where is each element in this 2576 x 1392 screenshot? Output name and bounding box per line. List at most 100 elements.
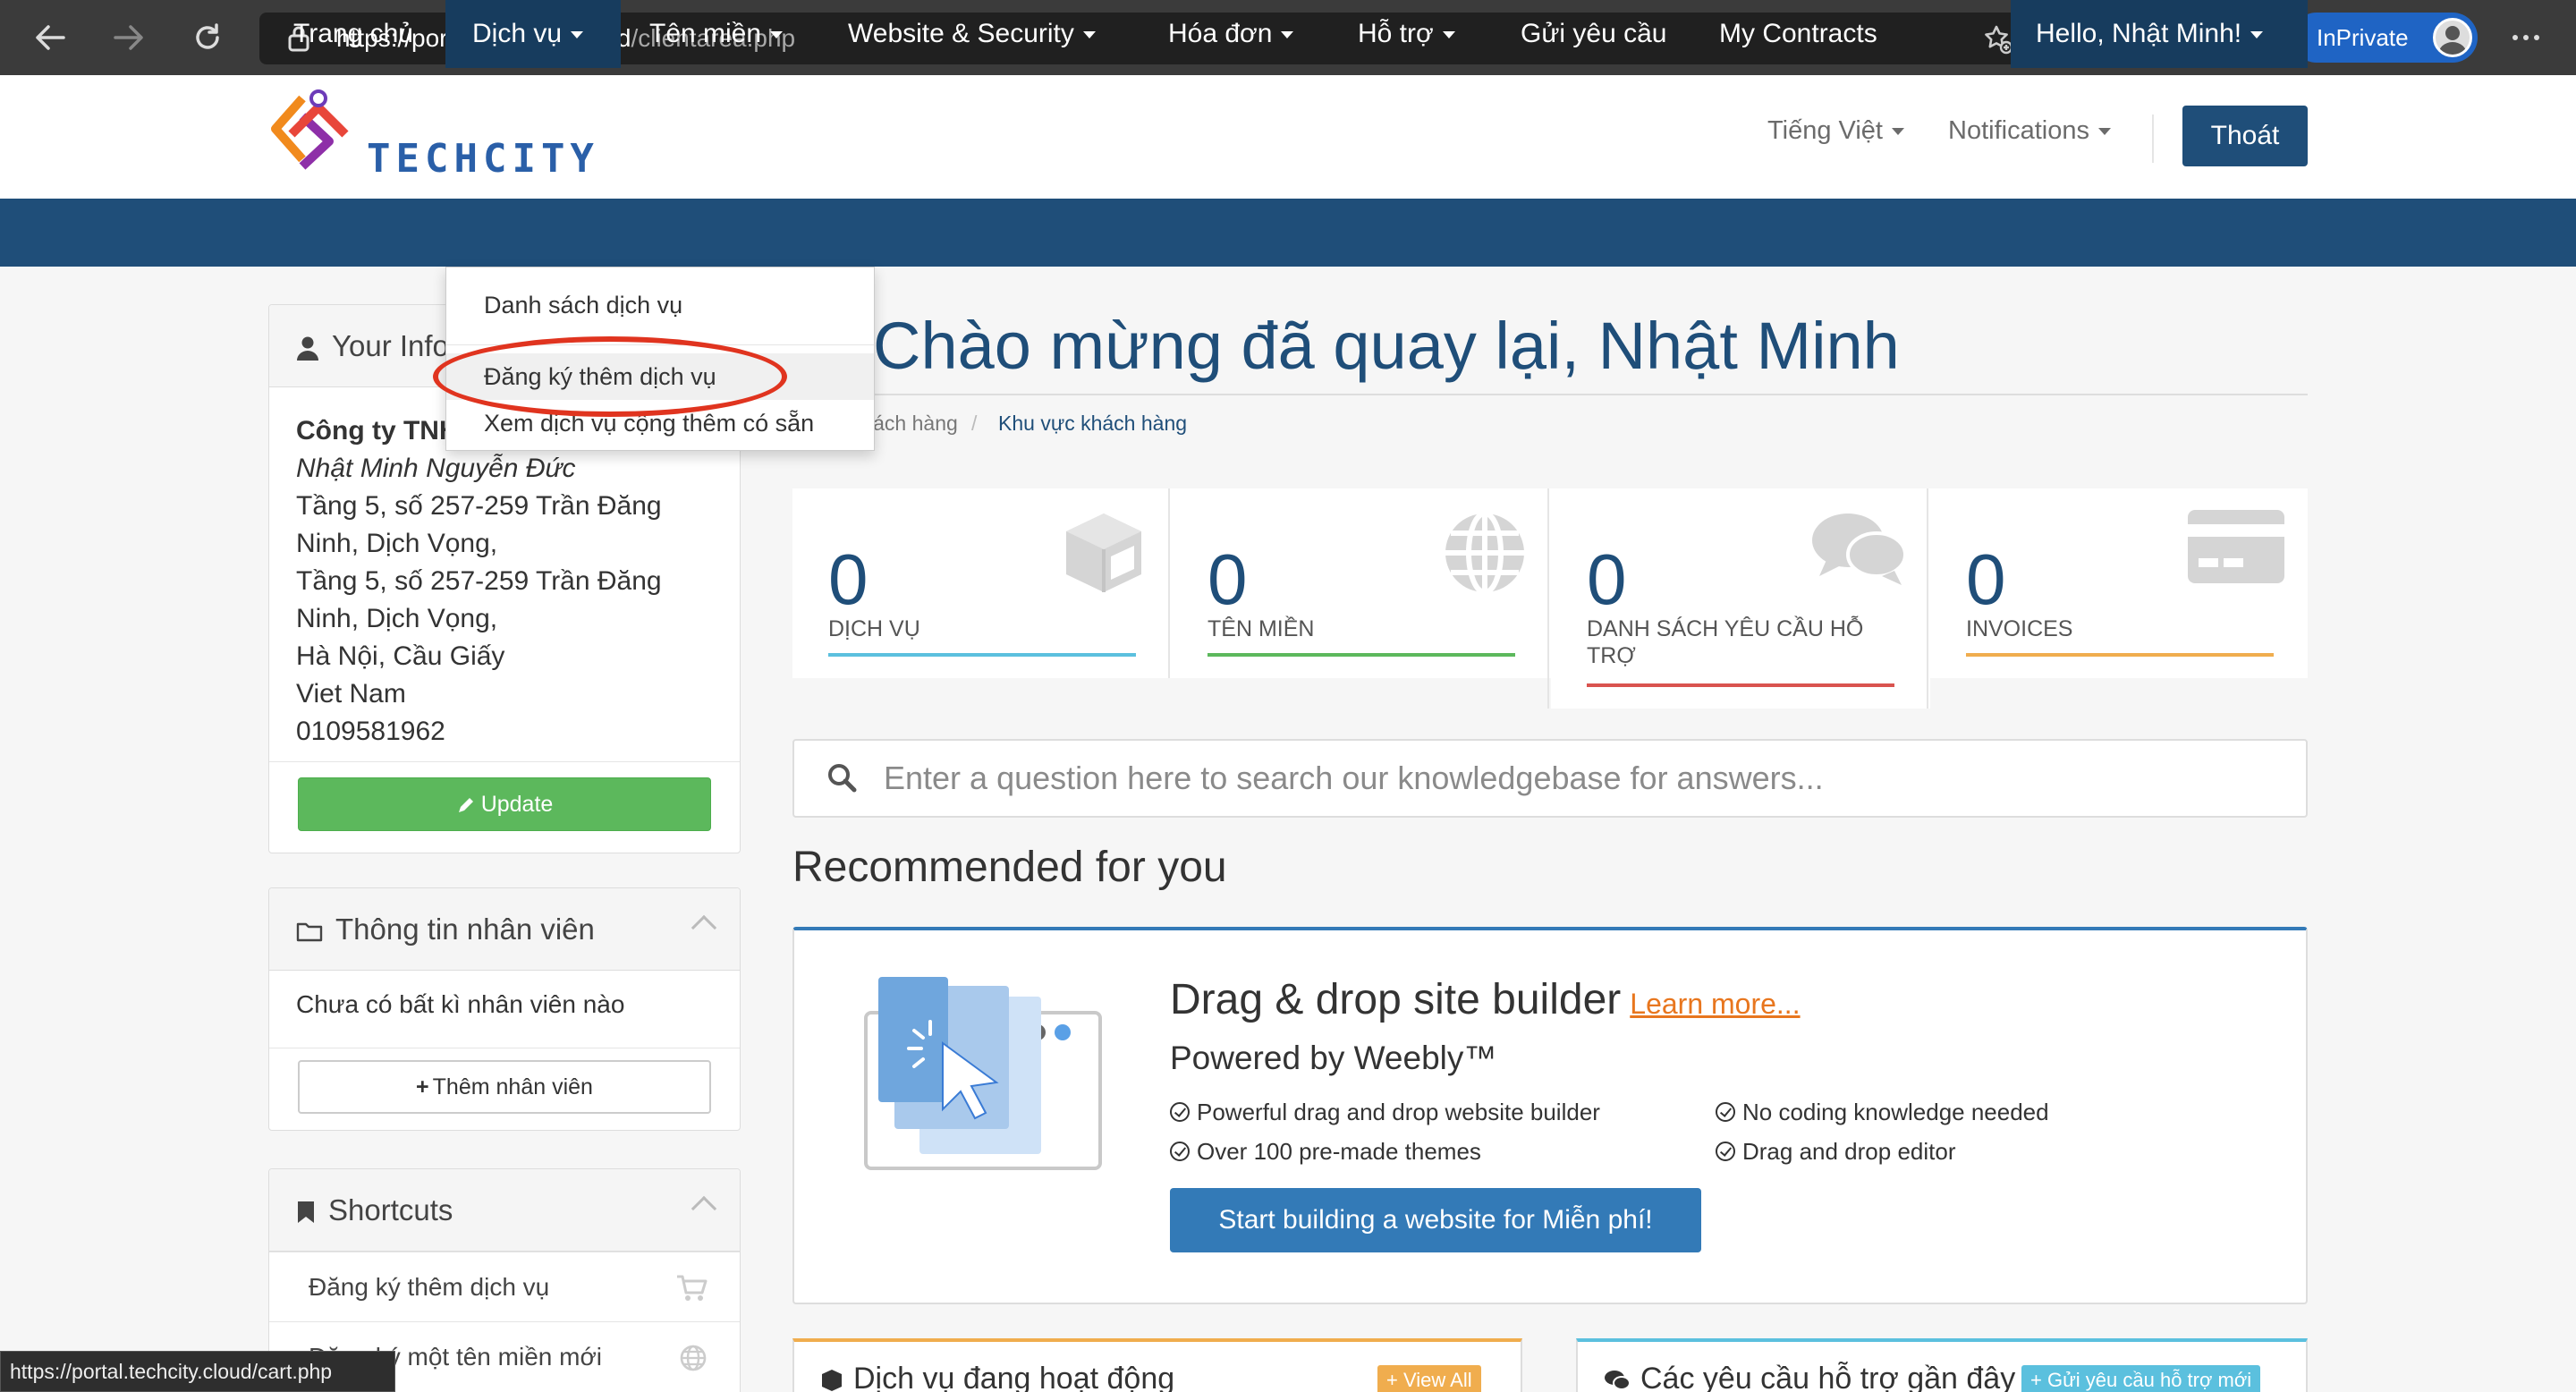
stat-value: 0 bbox=[1966, 539, 2006, 619]
contact-details: Công ty TNHH Nhật Minh Nguyễn Đức Tầng 5… bbox=[296, 412, 716, 751]
settings-more-button[interactable] bbox=[2503, 14, 2549, 61]
nav-services[interactable]: Dịch vụ bbox=[445, 0, 621, 68]
staff-panel: Thông tin nhân viên Chưa có bất kì nhân … bbox=[268, 887, 741, 1131]
update-button[interactable]: Update bbox=[298, 777, 711, 831]
nav-open-ticket[interactable]: Gửi yêu cầu bbox=[1494, 0, 1673, 68]
feature-item: Drag and drop editor bbox=[1716, 1138, 1955, 1166]
shortcut-order-services[interactable]: Đăng ký thêm dịch vụ bbox=[269, 1252, 740, 1321]
pencil-icon bbox=[458, 798, 473, 813]
back-button[interactable] bbox=[27, 14, 73, 61]
plus-icon: + bbox=[416, 1074, 429, 1099]
nav-billing[interactable]: Hóa đơn bbox=[1141, 0, 1320, 68]
stat-tile-domains[interactable]: 0 TÊN MIỀN bbox=[1172, 488, 1551, 678]
breadcrumb-current: Khu vực khách hàng bbox=[998, 412, 1188, 435]
arrow-right-icon bbox=[114, 25, 143, 50]
chevron-down-icon bbox=[1082, 31, 1096, 39]
chevron-down-icon bbox=[770, 31, 784, 39]
address-line: Hà Nội, Cầu Giấy bbox=[296, 641, 505, 671]
empty-staff-text: Chưa có bất kì nhân viên nào bbox=[296, 990, 625, 1018]
header-divider bbox=[2152, 115, 2154, 163]
contact-name: Nhật Minh Nguyễn Đức bbox=[296, 454, 576, 483]
browser-status-url: https://portal.techcity.cloud/cart.php bbox=[0, 1351, 395, 1392]
arrow-left-icon bbox=[36, 25, 65, 50]
nav-user-menu[interactable]: Hello, Nhật Minh! bbox=[2011, 0, 2308, 68]
new-ticket-button[interactable]: + Gửi yêu cầu hỗ trợ mới bbox=[2021, 1365, 2261, 1392]
address-line: Ninh, Dịch Vọng, bbox=[296, 529, 498, 558]
site-logo[interactable]: TECHCITY bbox=[267, 89, 594, 182]
chevron-down-icon bbox=[1442, 31, 1455, 39]
globe-icon bbox=[1445, 511, 1524, 595]
stat-tile-services[interactable]: 0 DỊCH VỤ bbox=[792, 488, 1172, 678]
add-favorite-icon[interactable] bbox=[1982, 23, 2014, 55]
panel-title: Your Info bbox=[296, 305, 449, 387]
annotation-highlight-circle bbox=[433, 336, 787, 417]
site-builder-illustration-icon bbox=[864, 977, 1102, 1170]
reload-button[interactable] bbox=[184, 14, 231, 61]
user-icon bbox=[297, 336, 318, 361]
inprivate-badge[interactable]: InPrivate bbox=[2292, 13, 2478, 63]
stat-value: 0 bbox=[1587, 539, 1627, 619]
globe-icon bbox=[680, 1345, 707, 1371]
notifications-menu[interactable]: Notifications bbox=[1948, 116, 2111, 146]
panel-title: Các yêu cầu hỗ trợ gần đây bbox=[1603, 1362, 2015, 1392]
stat-label: INVOICES bbox=[1966, 616, 2073, 641]
add-staff-button[interactable]: + Thêm nhân viên bbox=[298, 1060, 711, 1114]
language-selector[interactable]: Tiếng Việt bbox=[1767, 116, 1904, 146]
cube-icon bbox=[1066, 514, 1141, 592]
nav-my-contracts[interactable]: My Contracts bbox=[1692, 0, 1907, 68]
knowledgebase-search-input[interactable]: Enter a question here to search our know… bbox=[792, 739, 2308, 818]
address-line: Tầng 5, số 257-259 Trần Đăng bbox=[296, 566, 662, 596]
stat-tile-invoices[interactable]: 0 INVOICES bbox=[1930, 488, 2308, 678]
chevron-down-icon bbox=[571, 31, 584, 39]
stat-label: DANH SÁCH YÊU CẦU HỖ TRỢ bbox=[1587, 616, 1864, 668]
feature-item: No coding knowledge needed bbox=[1716, 1099, 2049, 1126]
panel-title: Shortcuts bbox=[296, 1169, 453, 1252]
learn-more-link[interactable]: Learn more... bbox=[1630, 988, 1800, 1020]
powered-by-text: Powered by Weebly™ bbox=[1170, 1040, 1497, 1076]
nav-website-security[interactable]: Website & Security bbox=[821, 0, 1125, 68]
stat-underline bbox=[828, 653, 1136, 657]
feature-item: Powerful drag and drop website builder bbox=[1170, 1099, 1600, 1126]
panel-header[interactable]: Thông tin nhân viên bbox=[269, 888, 740, 971]
chevron-up-icon[interactable] bbox=[691, 914, 717, 941]
tile-divider bbox=[1168, 488, 1170, 678]
address-line: Tầng 5, số 257-259 Trần Đăng bbox=[296, 491, 662, 521]
stat-value: 0 bbox=[1208, 539, 1248, 619]
chevron-up-icon[interactable] bbox=[691, 1195, 717, 1222]
nav-domains[interactable]: Tên miền bbox=[623, 0, 810, 68]
cube-icon bbox=[822, 1370, 842, 1392]
page-title: Chào mừng đã quay lại, Nhật Minh bbox=[873, 309, 1900, 383]
more-icon bbox=[2512, 35, 2539, 40]
inprivate-label: InPrivate bbox=[2317, 24, 2409, 51]
start-building-button[interactable]: Start building a website for Miễn phí! bbox=[1170, 1188, 1701, 1252]
comments-icon bbox=[1605, 1371, 1631, 1391]
view-all-button[interactable]: + View All bbox=[1377, 1365, 1481, 1392]
search-placeholder: Enter a question here to search our know… bbox=[884, 760, 1824, 796]
check-circle-icon bbox=[1170, 1142, 1190, 1162]
nav-home[interactable]: Trang chủ bbox=[268, 0, 449, 68]
phone-number: 0109581962 bbox=[296, 717, 445, 746]
check-circle-icon bbox=[1716, 1102, 1735, 1123]
stat-value: 0 bbox=[828, 539, 869, 619]
folder-icon bbox=[296, 923, 323, 942]
logo-mark-icon bbox=[271, 89, 349, 170]
check-circle-icon bbox=[1716, 1142, 1735, 1162]
logout-button[interactable]: Thoát bbox=[2182, 106, 2308, 166]
nav-support[interactable]: Hỗ trợ bbox=[1331, 0, 1483, 68]
chevron-down-icon bbox=[2250, 31, 2264, 39]
stat-label: DỊCH VỤ bbox=[828, 616, 920, 641]
recommendation-card: Drag & drop site builder Learn more... Po… bbox=[792, 927, 2308, 1304]
forward-button[interactable] bbox=[106, 14, 152, 61]
breadcrumb-separator: / bbox=[971, 412, 978, 435]
cart-icon bbox=[677, 1275, 708, 1301]
reload-icon bbox=[196, 23, 219, 49]
bookmark-icon bbox=[298, 1201, 314, 1224]
stat-tile-tickets[interactable]: 0 DANH SÁCH YÊU CẦU HỖ TRỢ bbox=[1551, 488, 1930, 709]
check-circle-icon bbox=[1170, 1102, 1190, 1123]
panel-header[interactable]: Shortcuts bbox=[269, 1169, 740, 1252]
recommended-heading: Recommended for you bbox=[792, 844, 1227, 891]
credit-card-icon bbox=[2188, 510, 2284, 583]
stat-underline bbox=[1587, 683, 1894, 687]
logo-text: TECHCITY bbox=[367, 136, 599, 182]
dropdown-item-service-list[interactable]: Danh sách dịch vụ bbox=[446, 282, 874, 328]
